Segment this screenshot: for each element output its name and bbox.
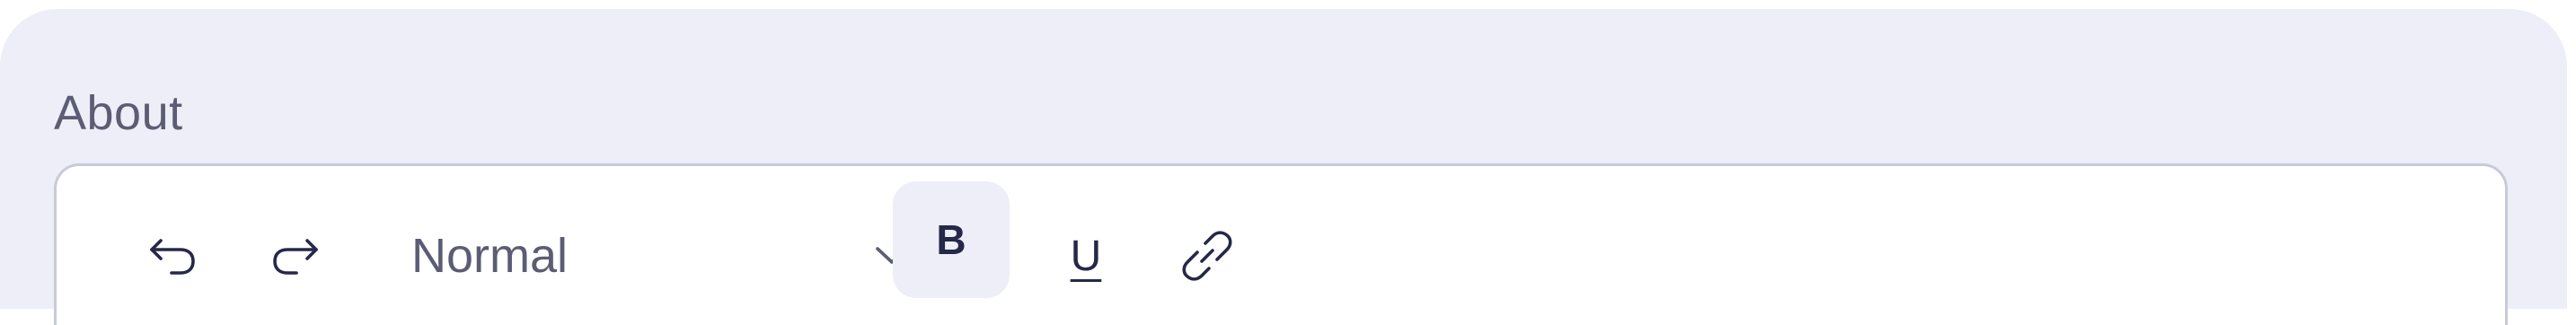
underline-label: U [1070, 232, 1102, 280]
rich-text-editor[interactable]: Normal B U [54, 163, 2508, 325]
about-section: About Normal B U [0, 9, 2567, 325]
redo-button[interactable] [250, 211, 340, 301]
text-format-select[interactable]: Normal [411, 211, 923, 301]
format-select-value: Normal [411, 229, 569, 283]
insert-link-button[interactable] [1162, 211, 1252, 301]
redo-icon [269, 233, 320, 278]
undo-button[interactable] [128, 211, 218, 301]
bold-button[interactable]: B [893, 181, 1010, 298]
section-label: About [54, 86, 183, 140]
link-icon [1178, 231, 1237, 281]
underline-button[interactable]: U [1041, 211, 1131, 301]
undo-icon [148, 233, 198, 278]
